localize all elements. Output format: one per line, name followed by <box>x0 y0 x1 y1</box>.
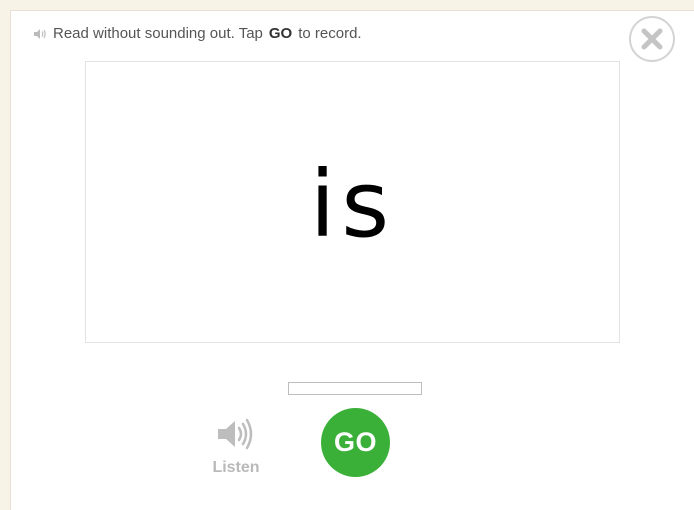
close-icon <box>641 28 663 50</box>
reading-panel: Read without sounding out. Tap GO to rec… <box>10 10 694 510</box>
instruction-prefix: Read without sounding out. Tap <box>53 25 263 42</box>
listen-button[interactable]: Listen <box>206 416 266 476</box>
close-button[interactable] <box>629 16 675 62</box>
target-word: is <box>309 151 396 258</box>
speaker-icon <box>218 418 253 450</box>
recording-progress-bar <box>288 382 422 395</box>
go-record-button[interactable]: GO <box>321 408 390 477</box>
instruction-keyword: GO <box>268 25 293 42</box>
go-label: GO <box>333 427 377 457</box>
instruction-text: Read without sounding out. Tap GO to rec… <box>33 25 362 42</box>
listen-label: Listen <box>212 459 260 476</box>
word-card: is <box>85 61 620 343</box>
instruction-suffix: to record. <box>298 25 362 42</box>
small-speaker-icon <box>33 27 47 41</box>
